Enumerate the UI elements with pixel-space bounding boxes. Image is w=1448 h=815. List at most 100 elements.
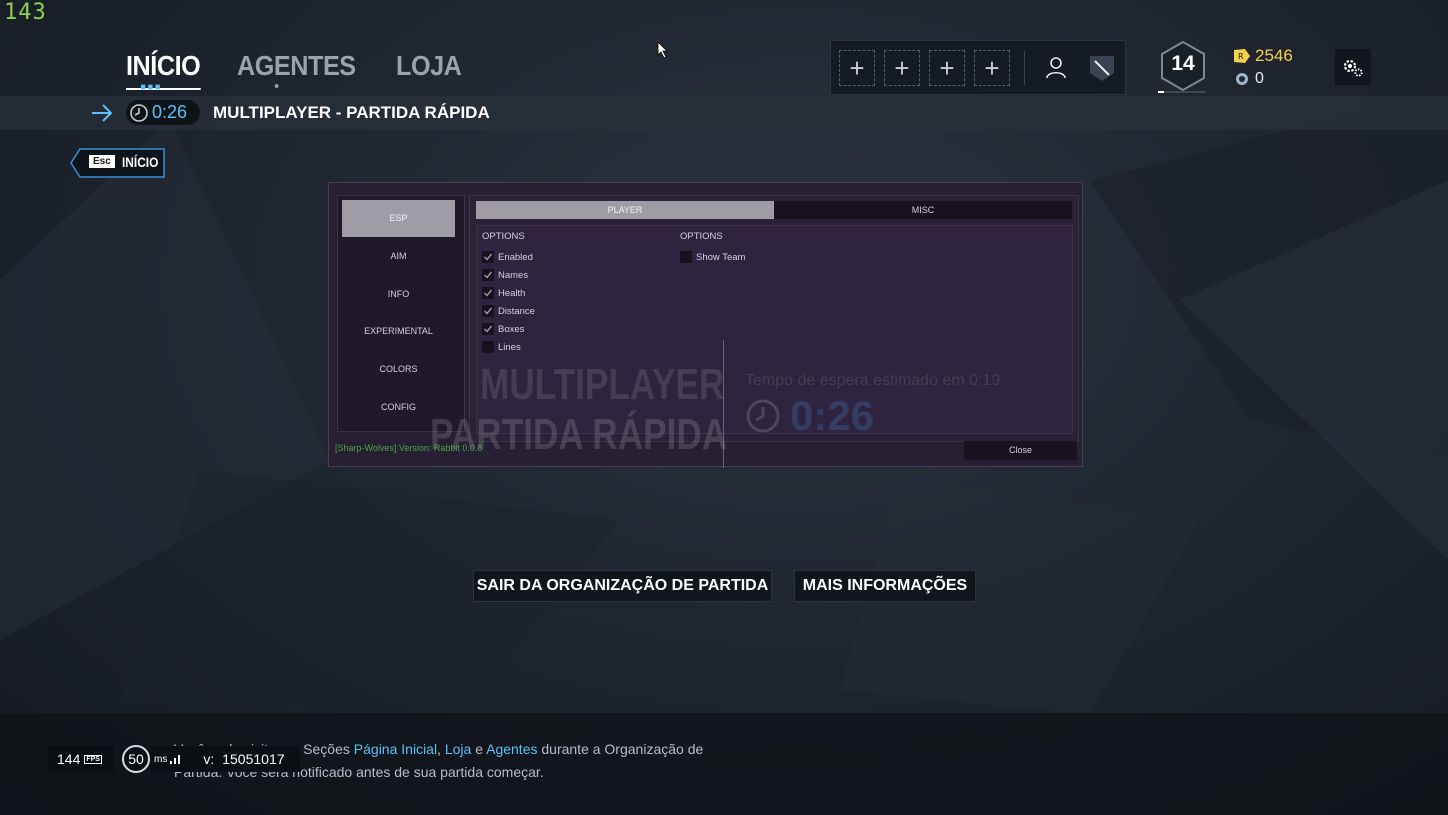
credits-amount: 0 xyxy=(1255,70,1264,87)
link-loja[interactable]: Loja xyxy=(445,741,471,757)
tab-label: INÍCIO xyxy=(126,50,201,81)
arrow-right-icon xyxy=(92,104,113,122)
renown-icon: R xyxy=(1234,49,1250,63)
invite-slot-button[interactable]: + xyxy=(839,49,875,86)
connection-stats: ms v: 15051017 xyxy=(150,746,300,772)
shield-icon[interactable] xyxy=(1085,51,1119,85)
level-progress xyxy=(1158,91,1206,93)
tab-agentes[interactable]: AGENTES xyxy=(236,50,356,88)
option-label: Lines xyxy=(498,341,521,353)
tab-label: AGENTES xyxy=(236,50,356,81)
invite-slot-button[interactable]: + xyxy=(884,49,920,86)
link-agentes[interactable]: Agentes xyxy=(486,741,537,757)
info-text-part: e xyxy=(471,741,487,757)
option-label: Boxes xyxy=(498,323,525,335)
check-icon xyxy=(484,253,493,261)
build-version: 15051017 xyxy=(222,751,285,767)
close-button[interactable]: Close xyxy=(964,441,1077,460)
fps-counter: 144 FPS xyxy=(48,746,114,772)
level-badge[interactable]: 14 xyxy=(1158,40,1208,92)
squad-bar: + + + + xyxy=(830,40,1126,95)
divider xyxy=(1024,50,1025,85)
renown-amount: 2546 xyxy=(1255,46,1293,65)
svg-text:R: R xyxy=(1238,52,1244,61)
settings-button[interactable] xyxy=(1335,49,1371,85)
tab-player[interactable]: PLAYER xyxy=(476,201,774,219)
menu-main-panel: PLAYER MISC OPTIONS Enabled Names Health xyxy=(469,195,1079,442)
matchmaking-status-bar: 0:26 MULTIPLAYER - PARTIDA RÁPIDA xyxy=(0,96,1448,130)
matchmaking-timer: 0:26 xyxy=(126,100,200,125)
option-label: Distance xyxy=(498,305,535,317)
menu-sidebar: ESP AIM INFO EXPERIMENTAL COLORS CONFIG xyxy=(337,195,465,432)
fps-value: 144 xyxy=(57,751,81,767)
option-label: Enabled xyxy=(498,251,533,263)
fps-overlay: 143 xyxy=(4,0,47,25)
main-nav: INÍCIO ■■■ AGENTES LOJA xyxy=(126,50,469,93)
sidebar-item-aim[interactable]: AIM xyxy=(342,238,455,275)
checkbox-unchecked[interactable] xyxy=(482,341,494,353)
option-lines[interactable]: Lines xyxy=(482,340,521,354)
check-icon xyxy=(484,271,493,279)
tab-misc[interactable]: MISC xyxy=(774,201,1072,219)
option-enabled[interactable]: Enabled xyxy=(482,250,533,264)
options-header: OPTIONS xyxy=(482,231,525,242)
checkbox-unchecked[interactable] xyxy=(680,251,692,263)
matchmaking-title: MULTIPLAYER - PARTIDA RÁPIDA xyxy=(213,103,490,122)
menu-tabs: PLAYER MISC xyxy=(476,201,1072,219)
leave-matchmaking-button[interactable]: SAIR DA ORGANIZAÇÃO DE PARTIDA xyxy=(473,570,772,602)
checkbox-checked[interactable] xyxy=(482,323,494,335)
checkbox-checked[interactable] xyxy=(482,287,494,299)
checkbox-checked[interactable] xyxy=(482,251,494,263)
back-button[interactable]: Esc INÍCIO xyxy=(70,148,165,178)
tab-label: LOJA xyxy=(396,50,462,81)
active-tab-dots: ■■■ xyxy=(140,82,163,93)
option-distance[interactable]: Distance xyxy=(482,304,535,318)
version-label: [Sharp-Wolves] Version: Rabbit 0.0.8 xyxy=(335,443,483,453)
clock-icon xyxy=(130,103,148,122)
back-label: INÍCIO xyxy=(122,154,159,170)
tab-dot xyxy=(274,84,278,88)
overlay-menu-window: ESP AIM INFO EXPERIMENTAL COLORS CONFIG … xyxy=(328,182,1083,467)
esc-key: Esc xyxy=(89,155,115,168)
options-panel: OPTIONS Enabled Names Health Distance Bo… xyxy=(476,225,1073,434)
mouse-cursor-icon xyxy=(657,41,668,59)
sidebar-item-colors[interactable]: COLORS xyxy=(342,351,455,388)
sidebar-item-esp[interactable]: ESP xyxy=(342,200,455,237)
ping-value: 50 xyxy=(122,745,150,773)
sidebar-item-experimental[interactable]: EXPERIMENTAL xyxy=(342,313,455,350)
fps-unit: FPS xyxy=(84,754,102,764)
invite-slot-button[interactable]: + xyxy=(974,49,1010,86)
invite-slot-button[interactable]: + xyxy=(929,49,965,86)
checkbox-checked[interactable] xyxy=(482,269,494,281)
timer-text: 0:26 xyxy=(152,102,188,122)
level-number: 14 xyxy=(1171,52,1195,75)
credits-currency: 0 xyxy=(1235,70,1264,88)
gear-icon xyxy=(1343,59,1363,77)
option-label: Names xyxy=(498,269,529,281)
ghost-divider xyxy=(723,340,724,468)
renown-currency: R 2546 xyxy=(1233,46,1293,66)
info-text-part: , xyxy=(437,741,445,757)
signal-icon xyxy=(170,755,181,764)
link-pagina-inicial[interactable]: Página Inicial xyxy=(354,741,437,757)
option-boxes[interactable]: Boxes xyxy=(482,322,524,336)
check-icon xyxy=(484,307,493,315)
active-tab-underline xyxy=(126,88,201,90)
tab-loja[interactable]: LOJA xyxy=(396,50,462,82)
option-show-team[interactable]: Show Team xyxy=(680,250,745,264)
credits-icon xyxy=(1236,73,1248,85)
more-info-button[interactable]: MAIS INFORMAÇÕES xyxy=(794,570,976,602)
option-label: Health xyxy=(498,287,526,299)
option-label: Show Team xyxy=(696,251,746,263)
option-names[interactable]: Names xyxy=(482,268,528,282)
option-health[interactable]: Health xyxy=(482,286,525,300)
tab-inicio[interactable]: INÍCIO ■■■ xyxy=(126,50,201,93)
version-label-text: v: xyxy=(203,751,215,767)
sidebar-item-config[interactable]: CONFIG xyxy=(342,389,455,426)
check-icon xyxy=(484,289,493,297)
profile-icon[interactable] xyxy=(1039,51,1073,85)
ping-unit: ms xyxy=(154,753,168,765)
options-header: OPTIONS xyxy=(680,231,723,242)
checkbox-checked[interactable] xyxy=(482,305,494,317)
sidebar-item-info[interactable]: INFO xyxy=(342,276,455,313)
